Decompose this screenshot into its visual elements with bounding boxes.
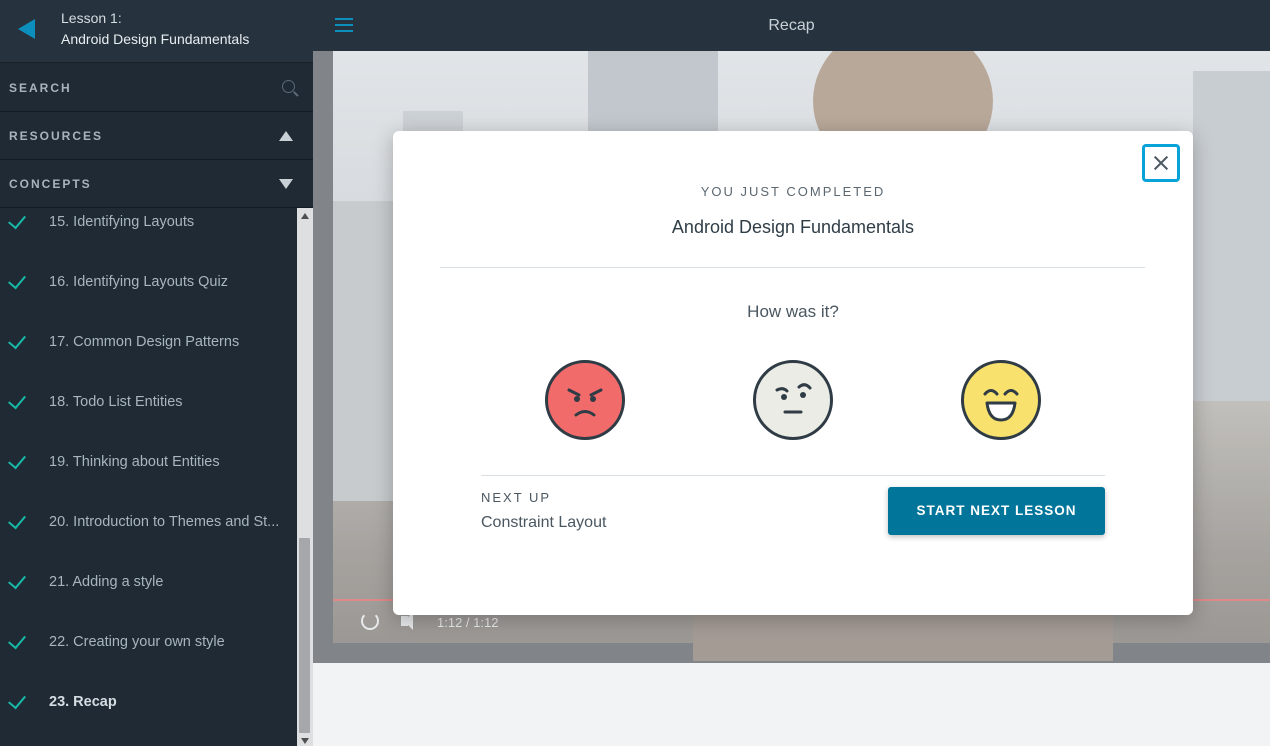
page-title: Recap [768, 17, 815, 34]
concept-label: 21. Adding a style [49, 574, 164, 590]
start-next-lesson-button[interactable]: START NEXT LESSON [888, 487, 1105, 535]
completed-label: YOU JUST COMPLETED [700, 184, 886, 199]
concept-label: 16. Identifying Layouts Quiz [49, 274, 228, 290]
resources-row[interactable]: RESOURCES [0, 112, 313, 160]
concept-label: 22. Creating your own style [49, 634, 225, 650]
happy-face-icon[interactable] [961, 360, 1041, 440]
check-icon [8, 510, 26, 530]
concept-label: 23. Recap [49, 694, 117, 710]
check-icon [8, 570, 26, 590]
concept-item[interactable]: 21. Adding a style [0, 554, 297, 614]
concept-label: 19. Thinking about Entities [49, 454, 220, 470]
angry-face-icon[interactable] [545, 360, 625, 440]
concept-list: 15. Identifying Layouts 16. Identifying … [0, 208, 297, 746]
sidebar: Lesson 1: Android Design Fundamentals SE… [0, 0, 313, 746]
check-icon [8, 690, 26, 710]
concept-label: 20. Introduction to Themes and St... [49, 514, 280, 530]
search-row[interactable]: SEARCH [0, 64, 313, 112]
concept-item[interactable]: 20. Introduction to Themes and St... [0, 494, 297, 554]
resources-label: RESOURCES [9, 129, 104, 143]
concept-item[interactable]: 18. Todo List Entities [0, 374, 297, 434]
next-lesson-title: Constraint Layout [481, 514, 607, 531]
lesson-title: Android Design Fundamentals [61, 31, 250, 47]
scroll-down-arrow-icon[interactable] [301, 738, 309, 744]
check-icon [8, 330, 26, 350]
concept-item[interactable]: 17. Common Design Patterns [0, 314, 297, 374]
concept-label: 15. Identifying Layouts [49, 214, 195, 230]
check-icon [8, 390, 26, 410]
lesson-header[interactable]: Lesson 1: Android Design Fundamentals [0, 0, 313, 63]
expand-down-icon[interactable] [279, 179, 293, 189]
close-button[interactable] [1142, 144, 1180, 182]
concept-item[interactable]: 15. Identifying Layouts [0, 208, 297, 254]
concept-item[interactable]: 22. Creating your own style [0, 614, 297, 674]
concepts-label: CONCEPTS [9, 177, 92, 191]
search-label: SEARCH [9, 81, 72, 95]
scrollbar[interactable] [297, 208, 313, 746]
check-icon [8, 630, 26, 650]
top-bar: Recap [313, 0, 1270, 51]
next-up-label: NEXT UP [481, 490, 552, 505]
concept-label: 17. Common Design Patterns [49, 334, 240, 350]
lesson-label: Lesson 1: [61, 10, 122, 26]
divider [440, 267, 1145, 268]
concept-item-active[interactable]: 23. Recap [0, 674, 297, 734]
lesson-complete-modal: YOU JUST COMPLETED Android Design Fundam… [393, 131, 1193, 615]
collapse-up-icon[interactable] [279, 131, 293, 141]
divider [481, 475, 1105, 476]
content-area [313, 663, 1270, 746]
concept-item[interactable]: 16. Identifying Layouts Quiz [0, 254, 297, 314]
completed-title: Android Design Fundamentals [671, 217, 915, 237]
concept-item[interactable]: 19. Thinking about Entities [0, 434, 297, 494]
concepts-row[interactable]: CONCEPTS [0, 160, 313, 208]
check-icon [8, 450, 26, 470]
scrollbar-thumb[interactable] [299, 538, 310, 733]
rating-prompt: How was it? [747, 302, 839, 321]
check-icon [8, 270, 26, 290]
neutral-face-icon[interactable] [753, 360, 833, 440]
back-arrow-icon[interactable] [18, 19, 35, 39]
concept-label: 18. Todo List Entities [49, 394, 183, 410]
scroll-up-arrow-icon[interactable] [301, 213, 309, 219]
check-icon [8, 210, 26, 230]
search-icon[interactable] [282, 80, 295, 93]
